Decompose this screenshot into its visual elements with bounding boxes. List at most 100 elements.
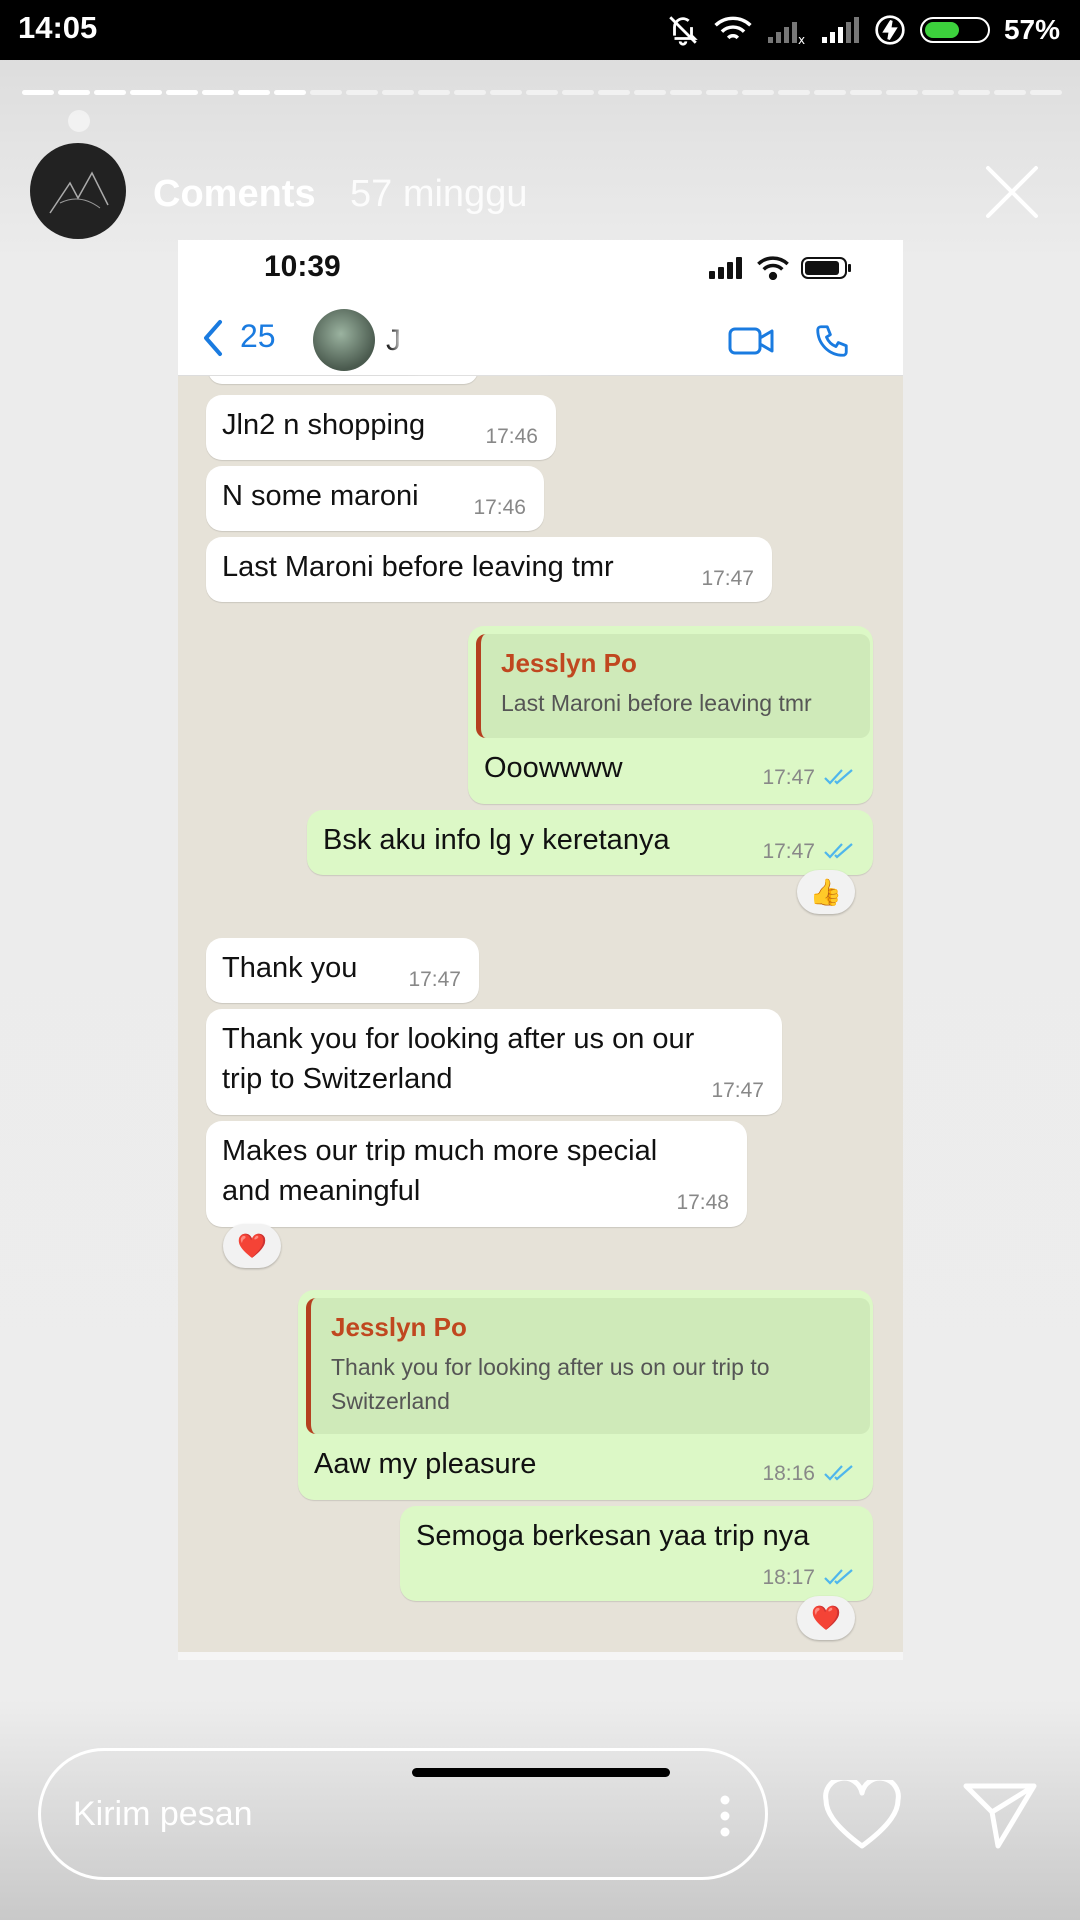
message-time: 17:47: [711, 1079, 764, 1102]
heart-icon[interactable]: [822, 1780, 902, 1852]
read-ticks-icon: [824, 843, 853, 859]
svg-text:x: x: [798, 33, 805, 45]
name-redaction: [403, 320, 553, 360]
progress-segment: [382, 90, 414, 95]
reply-placeholder: Kirim pesan: [73, 1795, 253, 1833]
story-age: 57 minggu: [350, 173, 528, 215]
read-ticks-icon: [824, 1569, 853, 1585]
message-time: 17:47: [701, 567, 754, 590]
message-text: N some maroni: [222, 480, 419, 512]
message-time: 18:17: [762, 1566, 815, 1589]
quoted-message[interactable]: Jesslyn Po Thank you for looking after u…: [306, 1298, 870, 1434]
quote-text: Last Maroni before leaving tmr: [501, 690, 812, 716]
progress-segment: [634, 90, 666, 95]
close-icon[interactable]: [980, 160, 1044, 224]
message-bubble-out[interactable]: Bsk aku info lg y keretanya 17:47: [307, 810, 873, 875]
more-icon[interactable]: [719, 1795, 731, 1837]
message-bubble-out[interactable]: Jesslyn Po Thank you for looking after u…: [298, 1290, 873, 1500]
story-screenshot: 10:39 25 J Jln2 n shopping 17:46 N some …: [178, 240, 903, 1660]
message-time: 17:46: [485, 425, 538, 448]
progress-segment: [58, 90, 90, 95]
read-ticks-icon: [824, 1465, 853, 1481]
progress-segment: [166, 90, 198, 95]
message-bubble-in[interactable]: Thank you for looking after us on our tr…: [206, 1009, 782, 1115]
message-bubble-in[interactable]: Makes our trip much more special and mea…: [206, 1121, 747, 1227]
progress-segment: [94, 90, 126, 95]
message-bubble-partial: [208, 376, 478, 384]
chat-header: 25 J: [178, 300, 903, 376]
signal-icon: [709, 257, 742, 279]
contact-avatar[interactable]: [313, 309, 375, 371]
read-ticks-icon: [824, 769, 853, 785]
back-chevron-icon[interactable]: [198, 318, 228, 358]
progress-segment: [958, 90, 990, 95]
progress-segment: [922, 90, 954, 95]
message-time: 17:47: [408, 968, 461, 991]
message-bubble-in[interactable]: Last Maroni before leaving tmr 17:47: [206, 537, 772, 602]
story-username[interactable]: Coments: [153, 173, 316, 216]
quote-author: Jesslyn Po: [501, 648, 637, 678]
contact-name[interactable]: J: [386, 324, 401, 358]
progress-segment: [526, 90, 558, 95]
send-icon[interactable]: [962, 1778, 1038, 1850]
ios-status-bar: 10:39: [178, 240, 903, 300]
chat-messages: Jln2 n shopping 17:46 N some maroni 17:4…: [178, 376, 903, 1652]
back-count[interactable]: 25: [240, 318, 276, 355]
progress-segment: [454, 90, 486, 95]
progress-segment: [778, 90, 810, 95]
message-bubble-out[interactable]: Semoga berkesan yaa trip nya 18:17: [400, 1506, 873, 1601]
progress-segment: [994, 90, 1026, 95]
story-indicator-dot: [68, 110, 90, 132]
message-text: Bsk aku info lg y keretanya: [323, 824, 670, 856]
progress-segment: [310, 90, 342, 95]
message-text-line: Thank you for looking after us on our: [222, 1023, 695, 1055]
phone-icon[interactable]: [813, 322, 851, 360]
reaction-heart[interactable]: ❤️: [223, 1224, 281, 1268]
charging-icon: [875, 15, 905, 45]
signal-icon: x: [767, 22, 805, 45]
progress-segment: [22, 90, 54, 95]
message-time: 17:48: [676, 1191, 729, 1214]
progress-segment: [706, 90, 738, 95]
progress-segment: [670, 90, 702, 95]
message-text: Jln2 n shopping: [222, 409, 426, 441]
chat-input-bar: [178, 1652, 903, 1660]
message-bubble-in[interactable]: N some maroni 17:46: [206, 466, 544, 531]
ios-time: 10:39: [264, 250, 341, 283]
status-icons: x 57%: [666, 12, 1060, 48]
progress-segment: [274, 90, 306, 95]
reaction-thumbs-up[interactable]: 👍: [797, 870, 855, 914]
status-time: 14:05: [18, 10, 98, 45]
message-text: Semoga berkesan yaa trip nya: [416, 1520, 810, 1552]
progress-segment: [1030, 90, 1062, 95]
story-avatar[interactable]: [30, 143, 126, 239]
message-time: 17:46: [473, 496, 526, 519]
message-text-line: and meaningful: [222, 1175, 421, 1207]
battery-percent: 57%: [1003, 14, 1060, 45]
quote-text-line: Thank you for looking after us on our tr…: [331, 1354, 770, 1380]
mute-bell-icon: [669, 16, 698, 46]
reply-input[interactable]: Kirim pesan: [38, 1748, 768, 1880]
reaction-heart[interactable]: ❤️: [797, 1596, 855, 1640]
quote-author: Jesslyn Po: [331, 1312, 467, 1342]
progress-segment: [598, 90, 630, 95]
wifi-icon: [714, 16, 752, 40]
progress-segment: [562, 90, 594, 95]
android-status-bar: 14:05 x 57%: [0, 0, 1080, 60]
message-bubble-out[interactable]: Jesslyn Po Last Maroni before leaving tm…: [468, 626, 873, 804]
progress-segment: [742, 90, 774, 95]
quoted-message[interactable]: Jesslyn Po Last Maroni before leaving tm…: [476, 634, 870, 738]
message-time: 17:47: [762, 766, 815, 789]
progress-segment: [850, 90, 882, 95]
message-bubble-in[interactable]: Thank you 17:47: [206, 938, 479, 1003]
message-text: Aaw my pleasure: [314, 1448, 537, 1480]
video-call-icon[interactable]: [728, 325, 774, 357]
message-text-line: Makes our trip much more special: [222, 1135, 658, 1167]
message-text-line: trip to Switzerland: [222, 1063, 453, 1095]
message-text: Last Maroni before leaving tmr: [222, 551, 614, 583]
message-bubble-in[interactable]: Jln2 n shopping 17:46: [206, 395, 556, 460]
story-progress-bar: [22, 90, 1062, 95]
progress-segment: [346, 90, 378, 95]
progress-segment: [814, 90, 846, 95]
message-text: Thank you: [222, 952, 358, 984]
